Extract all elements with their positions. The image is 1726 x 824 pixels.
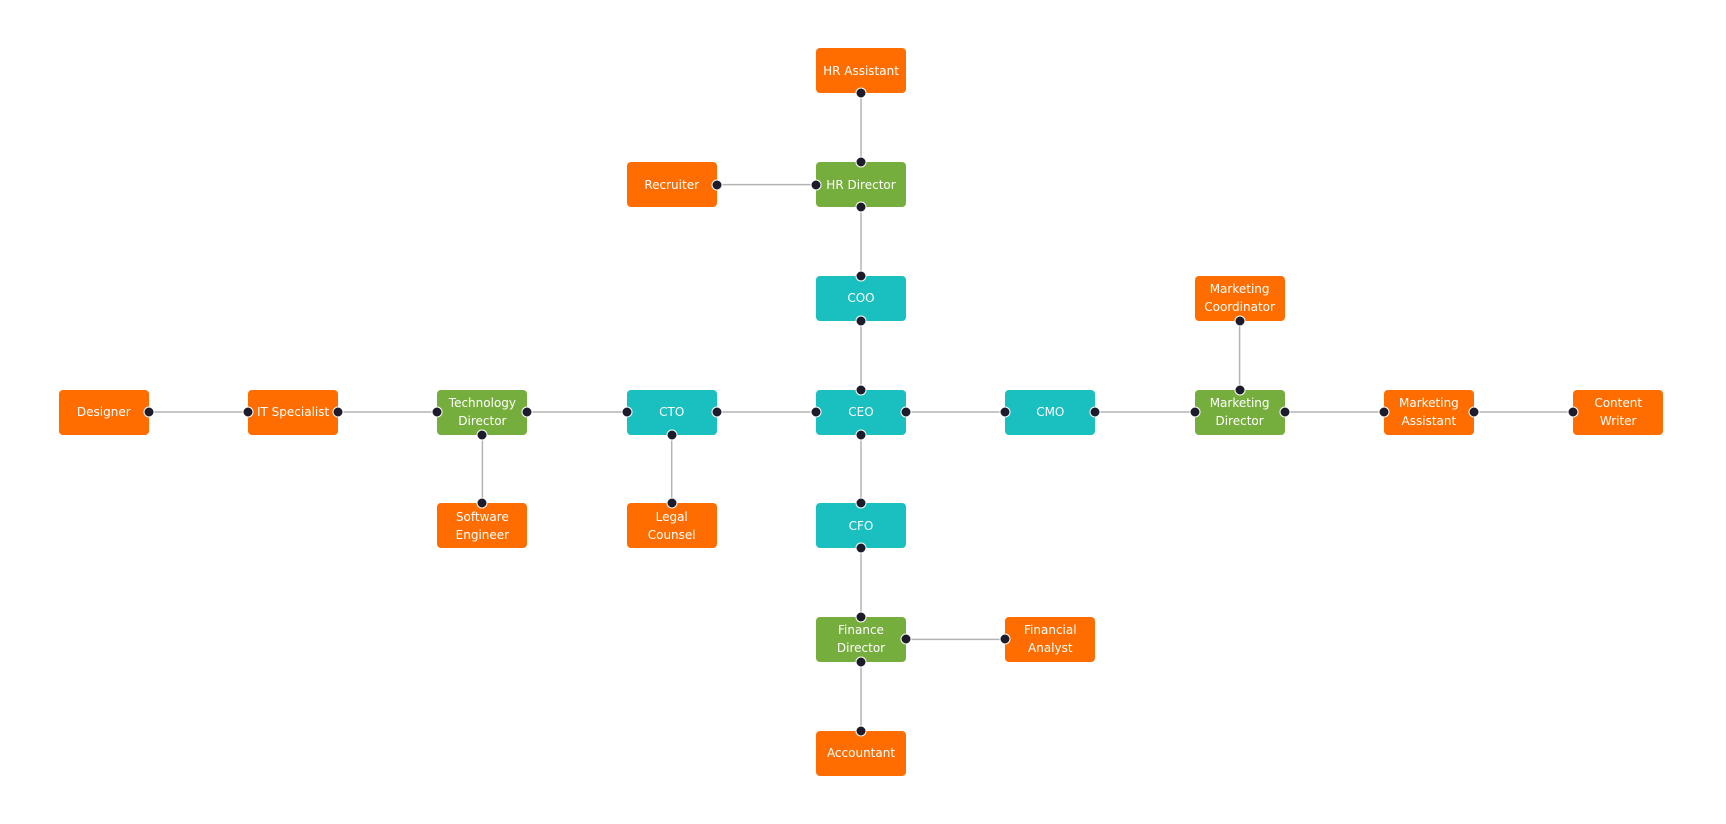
node-writer[interactable]: Content Writer (1573, 389, 1664, 435)
port-dot[interactable] (476, 497, 488, 509)
node-mktdir[interactable]: Marketing Director (1194, 389, 1285, 435)
port-dot[interactable] (711, 406, 723, 418)
port-dot[interactable] (332, 406, 344, 418)
port-dot[interactable] (999, 633, 1011, 645)
node-label: IT Specialist (256, 405, 330, 419)
port-dot[interactable] (431, 406, 443, 418)
port-dot[interactable] (476, 429, 488, 440)
node-label: Financial Analyst (1024, 623, 1077, 656)
port-dot[interactable] (855, 315, 867, 327)
port-dot[interactable] (855, 384, 867, 395)
port-dot[interactable] (1234, 315, 1246, 327)
port-dot[interactable] (900, 633, 912, 645)
port-dot[interactable] (855, 542, 867, 554)
port-dot[interactable] (810, 406, 822, 418)
node-techdir[interactable]: Technology Director (437, 389, 528, 435)
port-dot[interactable] (621, 406, 633, 418)
port-dot[interactable] (999, 406, 1011, 418)
node-label: CMO (1036, 405, 1065, 419)
node-hrasst[interactable]: HR Assistant (816, 48, 906, 94)
node-label: HR Director (826, 177, 896, 192)
node-label: HR Assistant (823, 63, 899, 78)
port-dot[interactable] (855, 656, 867, 668)
port-dot[interactable] (1378, 406, 1390, 418)
port-dot[interactable] (855, 270, 867, 282)
port-dot[interactable] (855, 156, 867, 168)
node-mktasst[interactable]: Marketing Assistant (1383, 389, 1474, 435)
node-recruiter[interactable]: Recruiter (626, 162, 717, 208)
port-dot[interactable] (900, 406, 912, 418)
node-label: Legal Counsel (647, 509, 696, 542)
port-dot[interactable] (1468, 406, 1480, 418)
node-label: Designer (76, 405, 131, 419)
port-dot[interactable] (143, 406, 155, 418)
node-mktcoord[interactable]: Marketing Coordinator (1194, 275, 1285, 321)
port-dot[interactable] (855, 87, 867, 99)
node-label: Content Writer (1594, 396, 1643, 428)
node-label: Marketing Coordinator (1204, 282, 1275, 315)
node-softeng[interactable]: Software Engineer (437, 503, 528, 549)
node-label: Finance Director (836, 623, 886, 656)
node-label: Marketing Director (1209, 396, 1270, 428)
node-coo[interactable]: COO (816, 275, 906, 321)
node-label: Accountant (826, 746, 896, 761)
node-label: Marketing Assistant (1398, 396, 1459, 428)
port-dot[interactable] (855, 497, 867, 509)
node-findir[interactable]: Finance Director (816, 616, 906, 662)
port-dot[interactable] (242, 406, 254, 418)
node-designer[interactable]: Designer (58, 389, 149, 435)
node-cfo[interactable]: CFO (816, 503, 906, 549)
node-ceo[interactable]: CEO (816, 389, 906, 435)
node-analyst[interactable]: Financial Analyst (1005, 616, 1096, 662)
port-dot[interactable] (855, 611, 867, 623)
port-dot[interactable] (855, 201, 867, 213)
port-dot[interactable] (855, 429, 867, 440)
port-dot[interactable] (666, 497, 678, 509)
port-dot[interactable] (1567, 406, 1579, 418)
node-label: COO (847, 291, 875, 306)
port-dot[interactable] (855, 725, 867, 737)
node-hrdir[interactable]: HR Director (816, 162, 906, 208)
port-dot[interactable] (711, 179, 723, 191)
node-cmo[interactable]: CMO (1005, 389, 1096, 435)
port-dot[interactable] (1279, 406, 1291, 418)
node-label: Software Engineer (455, 509, 510, 542)
port-dot[interactable] (666, 429, 678, 440)
node-label: CTO (659, 405, 685, 419)
port-dot[interactable] (1089, 406, 1101, 418)
port-dot[interactable] (521, 406, 533, 418)
node-accountant[interactable]: Accountant (816, 730, 906, 776)
node-label: CEO (848, 405, 874, 419)
node-label: Technology Director (448, 396, 516, 428)
node-label: CFO (848, 518, 874, 533)
node-label: Recruiter (644, 177, 700, 192)
node-cto[interactable]: CTO (626, 389, 717, 435)
port-dot[interactable] (810, 179, 822, 191)
port-dot[interactable] (1189, 406, 1201, 418)
port-dot[interactable] (1234, 384, 1246, 395)
node-legal[interactable]: Legal Counsel (626, 503, 717, 549)
node-itspec[interactable]: IT Specialist (248, 389, 339, 435)
